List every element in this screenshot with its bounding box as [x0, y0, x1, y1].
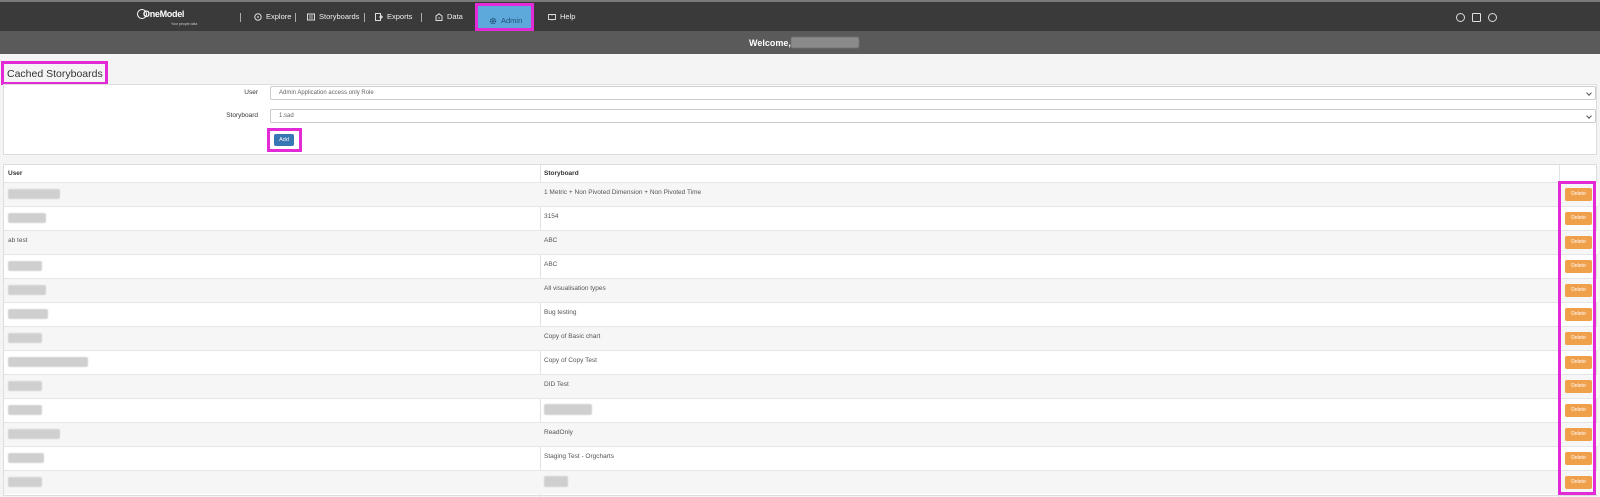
- table-row: ab test ABC Delete: [4, 230, 1598, 254]
- chevron-down-icon: [1586, 113, 1592, 119]
- gear-icon: [489, 17, 497, 24]
- storyboard-icon: [307, 13, 315, 20]
- delete-column-highlight: [1558, 181, 1596, 495]
- table-row: ReadOnly Delete: [4, 422, 1598, 446]
- nav-exports[interactable]: Exports: [375, 2, 412, 31]
- redacted-user: [8, 381, 42, 391]
- data-icon: [435, 12, 443, 21]
- export-icon: [375, 12, 383, 21]
- redacted-user: [8, 453, 44, 463]
- nav-separator: [295, 13, 296, 22]
- table-row: ABC Delete: [4, 254, 1598, 278]
- cell-user: ab test: [8, 237, 28, 244]
- user-icon[interactable]: [1488, 13, 1497, 22]
- nav-help-label: Help: [560, 12, 576, 21]
- storyboard-label: Storyboard: [226, 112, 258, 119]
- nav-storyboards[interactable]: Storyboards: [307, 2, 359, 31]
- table-row: 1 Metric + Non Pivoted Dimension + Non P…: [4, 182, 1598, 206]
- redacted-user: [8, 405, 42, 415]
- nav-explore-label: Explore: [266, 12, 292, 21]
- table-row: Copy of Copy Test Delete: [4, 350, 1598, 374]
- nav-separator: [364, 13, 365, 22]
- onemodel-logo[interactable]: OneModel Your people data: [137, 8, 197, 28]
- redacted-user: [8, 333, 42, 343]
- cached-storyboards-table: User Storyboard 1 Metric + Non Pivoted D…: [3, 164, 1598, 497]
- column-header-user: User: [8, 170, 23, 177]
- cell-storyboard: All visualisation types: [544, 285, 606, 292]
- window-icon[interactable]: [1472, 13, 1481, 22]
- redacted-user: [8, 357, 88, 367]
- storyboard-select[interactable]: 1.sad: [270, 109, 1596, 123]
- table-row: Delete: [4, 470, 1598, 494]
- nav-explore[interactable]: Explore: [254, 2, 291, 31]
- welcome-bar: Welcome,: [0, 31, 1600, 54]
- column-header-storyboard: Storyboard: [544, 170, 579, 177]
- table-row: Staging Test - Orgcharts Delete: [4, 446, 1598, 470]
- table-row: Delete: [4, 398, 1598, 422]
- redacted-user: [8, 477, 42, 487]
- cell-storyboard: ReadOnly: [544, 429, 573, 436]
- redacted-username: [791, 37, 859, 48]
- nav-admin-label: Admin: [501, 16, 523, 25]
- nav-storyboards-label: Storyboards: [319, 12, 360, 21]
- cell-storyboard: Copy of Basic chart: [544, 333, 601, 340]
- cell-storyboard: ABC: [544, 237, 558, 244]
- nav-exports-label: Exports: [387, 12, 413, 21]
- cell-storyboard: Bug testing: [544, 309, 577, 316]
- admin-highlight: Admin: [475, 3, 534, 31]
- people-icon[interactable]: [1456, 13, 1465, 22]
- table-row: All visualisation types Delete: [4, 278, 1598, 302]
- cell-storyboard: 3154: [544, 213, 559, 220]
- table-row: Bug testing Delete: [4, 302, 1598, 326]
- add-button-highlight: Add: [267, 128, 302, 152]
- page-title: Cached Storyboards: [7, 68, 103, 80]
- user-label: User: [244, 89, 258, 96]
- redacted-user: [8, 189, 60, 199]
- storyboard-select-value: 1.sad: [279, 113, 294, 119]
- nav-data[interactable]: Data: [435, 2, 463, 31]
- cell-storyboard: Copy of Copy Test: [544, 357, 597, 364]
- top-right-icons: [1456, 13, 1497, 22]
- redacted-user: [8, 429, 60, 439]
- table-row: 3154 Delete: [4, 206, 1598, 230]
- redacted-user: [8, 261, 42, 271]
- welcome-text: Welcome,: [749, 38, 791, 48]
- chevron-down-icon: [1586, 90, 1592, 96]
- nav-data-label: Data: [447, 12, 463, 21]
- nav-separator: [240, 13, 241, 22]
- nav-help[interactable]: Help: [548, 2, 575, 31]
- user-select[interactable]: Admin Application access only Role: [270, 86, 1596, 100]
- table-row: Copy of Basic chart Delete: [4, 326, 1598, 350]
- cell-storyboard: ABC: [544, 261, 558, 268]
- nav-separator: [421, 13, 422, 22]
- user-select-value: Admin Application access only Role: [279, 90, 374, 96]
- redacted-user: [8, 285, 46, 295]
- logo-text: OneModel: [143, 9, 185, 19]
- redacted-storyboard: [544, 476, 568, 487]
- top-nav-bar: OneModel Your people data Explore Storyb…: [0, 0, 1600, 31]
- cell-storyboard: 1 Metric + Non Pivoted Dimension + Non P…: [544, 189, 702, 196]
- compass-icon: [254, 12, 262, 21]
- page-title-highlight: Cached Storyboards: [1, 61, 108, 85]
- redacted-user: [8, 309, 48, 319]
- cell-storyboard: Staging Test - Orgcharts: [544, 453, 614, 460]
- redacted-storyboard: [544, 404, 592, 415]
- add-button[interactable]: Add: [274, 134, 294, 146]
- redacted-user: [8, 213, 46, 223]
- cell-storyboard: DID Test: [544, 381, 569, 388]
- table-row: DID Test Delete: [4, 374, 1598, 398]
- logo-tagline: Your people data: [171, 22, 198, 26]
- book-icon: [548, 13, 556, 21]
